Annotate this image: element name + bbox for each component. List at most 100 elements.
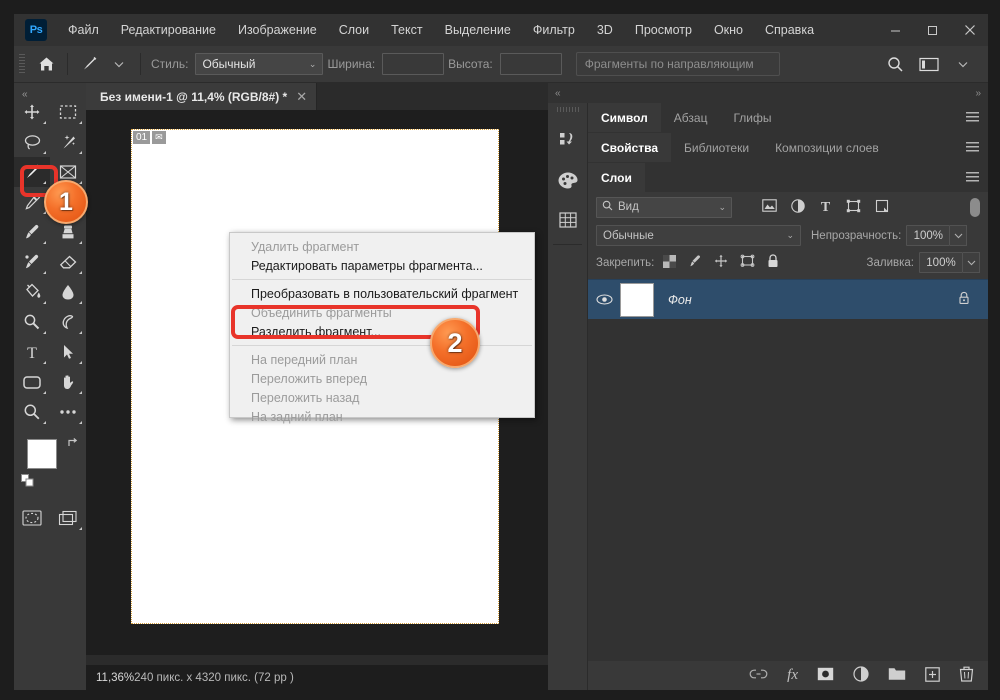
lock-transparency-icon[interactable]	[663, 254, 677, 271]
workspace-chevron-icon[interactable]	[948, 50, 978, 78]
minimize-button[interactable]	[877, 14, 914, 46]
blur-tool[interactable]	[50, 277, 86, 307]
zoom-level[interactable]: 11,36%	[96, 672, 134, 684]
context-menu-item-delete-slice[interactable]: Удалить фрагмент	[230, 237, 534, 256]
menu-view[interactable]: Просмотр	[624, 19, 703, 41]
default-colors-icon[interactable]	[21, 474, 35, 491]
tab-layer-comps[interactable]: Композиции слоев	[762, 133, 892, 162]
swatches-icon[interactable]	[548, 160, 587, 200]
new-layer-icon[interactable]	[925, 666, 940, 685]
rail-grip[interactable]	[556, 107, 579, 112]
blend-mode-select[interactable]: Обычные ⌄	[596, 225, 801, 246]
dodge-tool[interactable]	[14, 307, 50, 337]
tab-character[interactable]: Символ	[588, 103, 661, 132]
options-bar-grip[interactable]	[19, 53, 25, 75]
menu-window[interactable]: Окно	[703, 19, 754, 41]
menu-image[interactable]: Изображение	[227, 19, 328, 41]
link-layers-icon[interactable]	[749, 668, 768, 683]
tab-layers[interactable]: Слои	[588, 163, 645, 192]
close-icon[interactable]: ✕	[296, 89, 307, 105]
height-input[interactable]	[499, 53, 562, 75]
character-panel-menu-icon[interactable]	[966, 112, 979, 123]
history-brush-tool[interactable]	[14, 247, 50, 277]
menu-3d[interactable]: 3D	[586, 19, 624, 41]
delete-layer-icon[interactable]	[959, 666, 974, 685]
eraser-tool[interactable]	[50, 247, 86, 277]
slices-from-guides-button[interactable]: Фрагменты по направляющим	[575, 52, 780, 76]
fill-value[interactable]: 100%	[919, 252, 963, 273]
home-icon[interactable]	[31, 50, 61, 78]
context-menu-item-edit-slice-options[interactable]: Редактировать параметры фрагмента...	[230, 256, 534, 275]
type-tool[interactable]: T	[14, 337, 50, 367]
context-menu-item-promote-to-user-slice[interactable]: Преобразовать в пользовательский фрагмен…	[230, 284, 534, 303]
path-selection-tool[interactable]	[50, 337, 86, 367]
tab-properties[interactable]: Свойства	[588, 133, 672, 162]
menu-file[interactable]: Файл	[57, 19, 110, 41]
dock-collapse-left-icon[interactable]: «	[555, 88, 561, 99]
layers-panel-menu-icon[interactable]	[966, 172, 979, 183]
layer-thumbnail[interactable]	[620, 282, 654, 317]
menu-help[interactable]: Справка	[754, 19, 825, 41]
more-tools-icon[interactable]	[50, 397, 86, 427]
menu-text[interactable]: Текст	[380, 19, 433, 41]
search-icon[interactable]	[880, 50, 910, 78]
context-menu-item-bring-to-front[interactable]: На передний план	[230, 350, 534, 369]
layer-visibility-icon[interactable]	[588, 294, 620, 305]
pattern-icon[interactable]	[548, 200, 587, 240]
layer-name[interactable]: Фон	[668, 293, 692, 307]
paint-bucket-tool[interactable]	[14, 277, 50, 307]
move-tool[interactable]	[14, 97, 50, 127]
filter-image-icon[interactable]	[762, 199, 777, 215]
lock-image-icon[interactable]	[688, 254, 702, 271]
dock-expand-right-icon[interactable]: »	[975, 88, 981, 99]
slice-tool-icon[interactable]	[74, 50, 104, 78]
lock-position-icon[interactable]	[714, 254, 728, 271]
zoom-tool[interactable]	[14, 397, 50, 427]
tab-glyphs[interactable]: Глифы	[720, 103, 784, 132]
width-input[interactable]	[382, 53, 445, 75]
layer-filter-toggle[interactable]	[970, 197, 980, 217]
fill-chevron-icon[interactable]	[963, 252, 980, 273]
tab-paragraph[interactable]: Абзац	[661, 103, 721, 132]
brush-tool[interactable]	[14, 217, 50, 247]
opacity-chevron-icon[interactable]	[950, 225, 968, 246]
menu-edit[interactable]: Редактирование	[110, 19, 227, 41]
menu-filter[interactable]: Фильтр	[522, 19, 586, 41]
tab-libraries[interactable]: Библиотеки	[671, 133, 762, 162]
lock-artboard-icon[interactable]	[740, 254, 755, 271]
screen-mode-icon[interactable]	[50, 503, 86, 533]
lock-all-icon[interactable]	[767, 254, 779, 271]
filter-type-icon[interactable]: T	[819, 199, 832, 216]
document-tab[interactable]: Без имени-1 @ 11,4% (RGB/8#) * ✕	[86, 83, 318, 110]
opacity-value[interactable]: 100%	[906, 225, 951, 246]
layer-lock-icon[interactable]	[958, 291, 970, 308]
context-menu-item-send-backward[interactable]: Переложить назад	[230, 388, 534, 407]
context-menu-item-send-to-back[interactable]: На задний план	[230, 407, 534, 426]
style-select[interactable]: Обычный ⌄	[195, 53, 324, 75]
filter-smart-icon[interactable]	[875, 199, 889, 216]
layer-style-icon[interactable]: fx	[787, 667, 798, 684]
hand-tool[interactable]	[50, 367, 86, 397]
layer-filter-select[interactable]: Вид ⌄	[596, 196, 732, 218]
layer-mask-icon[interactable]	[817, 667, 834, 684]
filter-shape-icon[interactable]	[846, 199, 861, 216]
menu-select[interactable]: Выделение	[434, 19, 522, 41]
pen-tool[interactable]	[50, 307, 86, 337]
lasso-tool[interactable]	[14, 127, 50, 157]
tool-preset-chevron-icon[interactable]	[104, 50, 134, 78]
foreground-color-swatch[interactable]	[27, 439, 57, 469]
properties-panel-menu-icon[interactable]	[966, 142, 979, 153]
history-icon[interactable]	[548, 120, 587, 160]
close-button[interactable]	[951, 14, 988, 46]
adjustment-layer-icon[interactable]	[853, 666, 869, 685]
table-row[interactable]: Фон	[588, 279, 988, 319]
magic-wand-tool[interactable]	[50, 127, 86, 157]
swap-colors-icon[interactable]	[66, 437, 79, 453]
rectangular-marquee-tool[interactable]	[50, 97, 86, 127]
filter-adjustment-icon[interactable]	[791, 198, 805, 216]
rectangle-tool[interactable]	[14, 367, 50, 397]
quick-mask-icon[interactable]	[14, 503, 50, 533]
menu-layers[interactable]: Слои	[328, 19, 380, 41]
new-group-icon[interactable]	[888, 667, 906, 684]
maximize-button[interactable]	[914, 14, 951, 46]
